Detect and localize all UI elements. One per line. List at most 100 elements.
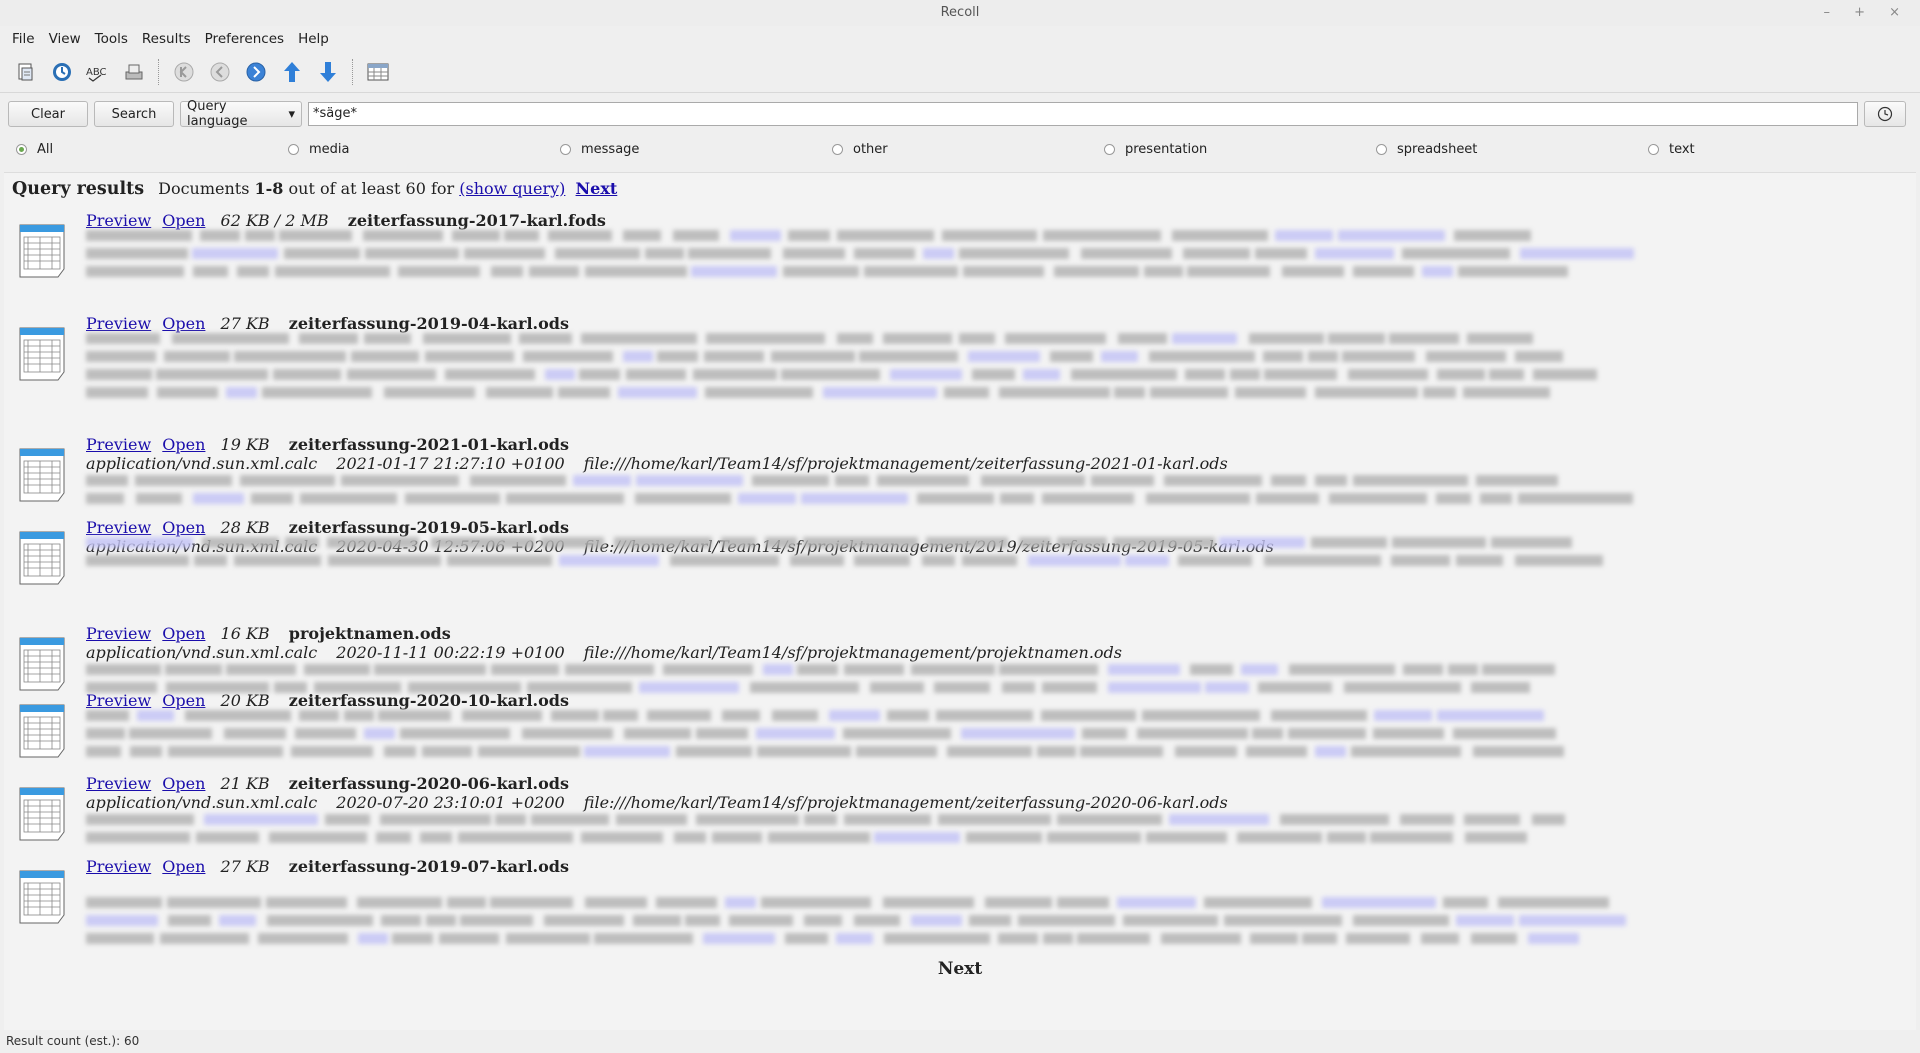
spreadsheet-icon — [19, 224, 65, 278]
snippet-text — [86, 333, 1904, 398]
filter-text[interactable]: text — [1648, 142, 1920, 157]
file-path: file:///home/karl/Team14/sf/projektmanag… — [583, 454, 1228, 473]
menu-view[interactable]: View — [49, 31, 81, 47]
search-button[interactable]: Search — [94, 101, 174, 127]
snippet-text — [86, 897, 1904, 959]
modified-date: 2021-01-17 21:27:10 +0100 — [336, 454, 565, 473]
open-link[interactable]: Open — [162, 774, 205, 793]
preview-link[interactable]: Preview — [86, 435, 151, 454]
menu-file[interactable]: File — [12, 31, 35, 47]
filter-all[interactable]: All — [16, 142, 288, 157]
sort-down-icon[interactable] — [314, 58, 342, 86]
file-size: 19 KB — [220, 435, 270, 454]
window-title: Recoll — [940, 5, 980, 20]
clear-button[interactable]: Clear — [8, 101, 88, 127]
preview-link[interactable]: Preview — [86, 624, 151, 643]
query-mode-value: Query language — [187, 99, 248, 129]
filter-presentation[interactable]: presentation — [1104, 142, 1376, 157]
preview-link[interactable]: Preview — [86, 211, 151, 230]
mime-type: application/vnd.sun.xml.calc — [86, 454, 318, 473]
file-path: file:///home/karl/Team14/sf/projektmanag… — [583, 643, 1122, 662]
update-index-icon[interactable] — [48, 58, 76, 86]
spell-icon[interactable]: ABC — [84, 58, 112, 86]
file-name: zeiterfassung-2019-07-karl.ods — [288, 857, 569, 876]
open-link[interactable]: Open — [162, 857, 205, 876]
menu-help[interactable]: Help — [298, 31, 329, 47]
open-link[interactable]: Open — [162, 518, 205, 537]
preview-link[interactable]: Preview — [86, 857, 151, 876]
search-input[interactable]: *säge* — [308, 102, 1858, 126]
open-link[interactable]: Open — [162, 211, 205, 230]
query-mode-select[interactable]: Query language ▾ — [180, 99, 302, 129]
result-header-line: Preview Open 28 KB zeiterfassung-2019-05… — [86, 518, 569, 537]
result-header-line: Preview Open 20 KB zeiterfassung-2020-10… — [86, 691, 569, 710]
file-size: 27 KB — [220, 314, 270, 333]
file-name: projektnamen.ods — [288, 624, 451, 643]
file-name: zeiterfassung-2019-04-karl.ods — [288, 314, 569, 333]
menubar: File View Tools Results Preferences Help — [0, 26, 1920, 52]
result-header-line: Preview Open 27 KB zeiterfassung-2019-07… — [86, 857, 569, 876]
file-name: zeiterfassung-2020-06-karl.ods — [288, 774, 569, 793]
open-link[interactable]: Open — [162, 691, 205, 710]
filter-other[interactable]: other — [832, 142, 1104, 157]
file-name: zeiterfassung-2020-10-karl.ods — [288, 691, 569, 710]
file-name: zeiterfassung-2021-01-karl.ods — [288, 435, 569, 454]
sort-up-icon[interactable] — [278, 58, 306, 86]
filter-label: spreadsheet — [1397, 141, 1478, 157]
radio-icon — [1648, 143, 1659, 155]
results-summary-pre: Documents — [158, 179, 255, 198]
search-row: Clear Search Query language ▾ *säge* — [0, 93, 1920, 135]
filter-label: text — [1669, 141, 1695, 157]
toolbar-separator — [352, 59, 354, 85]
next-page-icon[interactable] — [242, 58, 270, 86]
next-link-bottom[interactable]: Next — [938, 959, 982, 979]
mime-type: application/vnd.sun.xml.calc — [86, 643, 318, 662]
filter-media[interactable]: media — [288, 142, 560, 157]
results-summary-mid: out of at least 60 for — [283, 179, 460, 198]
modified-date: 2020-07-20 23:10:01 +0200 — [336, 793, 565, 812]
radio-selected-icon — [16, 143, 27, 155]
filter-label: other — [853, 141, 888, 157]
chevron-down-icon: ▾ — [288, 106, 295, 122]
filter-label: presentation — [1125, 141, 1208, 157]
preview-link[interactable]: Preview — [86, 518, 151, 537]
radio-icon — [288, 143, 299, 155]
query-builder-icon[interactable] — [120, 58, 148, 86]
result-header-line: Preview Open 27 KB zeiterfassung-2019-04… — [86, 314, 569, 333]
result-header-line: Preview Open 62 KB / 2 MB zeiterfassung-… — [86, 211, 606, 230]
category-filter: All media message other presentation spr… — [0, 135, 1920, 163]
history-button[interactable] — [1864, 101, 1906, 127]
filter-message[interactable]: message — [560, 142, 832, 157]
clock-icon — [1877, 106, 1893, 122]
filter-spreadsheet[interactable]: spreadsheet — [1376, 142, 1648, 157]
spreadsheet-icon — [19, 531, 65, 585]
first-page-icon[interactable] — [170, 58, 198, 86]
menu-tools[interactable]: Tools — [95, 31, 128, 47]
preview-link[interactable]: Preview — [86, 774, 151, 793]
show-query-link[interactable]: (show query) — [459, 179, 565, 198]
radio-icon — [560, 143, 571, 155]
file-size: 27 KB — [220, 857, 270, 876]
preview-link[interactable]: Preview — [86, 314, 151, 333]
radio-icon — [1376, 143, 1387, 155]
radio-icon — [1104, 143, 1115, 155]
results-header: Query results Documents 1-8 out of at lea… — [12, 179, 617, 199]
previous-page-icon[interactable] — [206, 58, 234, 86]
window-controls[interactable]: – + × — [1823, 0, 1910, 26]
filter-label: All — [37, 141, 54, 157]
table-view-icon[interactable] — [364, 58, 392, 86]
filter-label: message — [581, 141, 640, 157]
menu-preferences[interactable]: Preferences — [205, 31, 284, 47]
preview-link[interactable]: Preview — [86, 691, 151, 710]
open-link[interactable]: Open — [162, 624, 205, 643]
results-range: 1-8 — [254, 179, 284, 198]
result-header-line: Preview Open 16 KB projektnamen.ods — [86, 624, 451, 643]
snippet-text — [86, 230, 1904, 292]
next-link-top[interactable]: Next — [576, 179, 618, 198]
file-name: zeiterfassung-2017-karl.fods — [347, 211, 606, 230]
menu-results[interactable]: Results — [142, 31, 191, 47]
document-history-icon[interactable] — [12, 58, 40, 86]
spreadsheet-icon — [19, 637, 65, 691]
open-link[interactable]: Open — [162, 435, 205, 454]
open-link[interactable]: Open — [162, 314, 205, 333]
